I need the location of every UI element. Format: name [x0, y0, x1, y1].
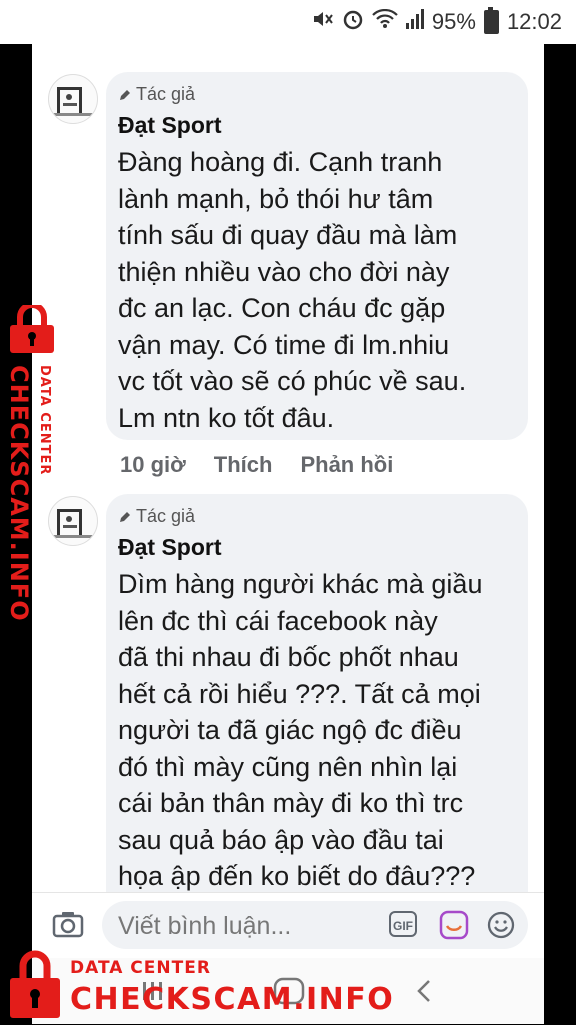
comment-line: Lm ntn ko tốt đâu.: [118, 402, 335, 433]
comment-bubble: Tác giả Đạt Sport Dìm hàng người khác mà…: [106, 494, 528, 914]
comment-line: lên đc thì cái facebook này: [118, 605, 438, 636]
comment-composer: Viết bình luận... GIF: [32, 892, 544, 959]
comment-time: 10 giờ: [120, 452, 186, 477]
comment-actions: 10 giờ Thích Phản hồi: [120, 452, 393, 478]
gym-avatar-image: [53, 87, 93, 116]
comment-line: sau quả báo ập vào đầu tai: [118, 824, 444, 855]
pencil-icon: [120, 89, 130, 100]
comment-line: thiện nhiều vào cho đời này: [118, 256, 450, 287]
emoji-icon[interactable]: [486, 910, 516, 945]
avatar[interactable]: [48, 74, 98, 124]
comment-line: họa ập đến ko biết do đâu???: [118, 861, 476, 891]
comment-input[interactable]: Viết bình luận... GIF: [102, 901, 528, 949]
author-badge-label: Tác giả: [136, 506, 196, 526]
status-bar: 95% 12:02: [0, 0, 576, 44]
back-icon[interactable]: [414, 978, 434, 1009]
comment-line: đã thi nhau đi bốc phốt nhau: [118, 642, 459, 672]
comment-input-placeholder: Viết bình luận...: [118, 912, 292, 940]
author-badge-label: Tác giả: [136, 84, 196, 104]
comment-line: vc tốt vào sẽ có phúc về sau.: [118, 366, 467, 396]
author-badge: Tác giả: [118, 506, 195, 527]
like-button[interactable]: Thích: [214, 452, 273, 478]
pencil-icon: [120, 511, 130, 522]
watermark-bottom-label: DATA CENTER: [70, 958, 211, 978]
watermark-bottom-name: CHECKSCAM.INFO: [70, 982, 395, 1017]
sticker-icon[interactable]: [438, 909, 470, 946]
comments-screen: Tác giả Đạt Sport Đàng hoàng đi. Cạnh tr…: [32, 44, 544, 1024]
padlock-icon: [4, 302, 60, 360]
comment-text: Đàng hoàng đi. Cạnh tranh lành mạnh, bỏ …: [118, 144, 514, 436]
author-badge: Tác giả: [118, 84, 195, 105]
watermark-vertical-label: DATA CENTER: [37, 365, 52, 476]
comment-line: lành mạnh, bỏ thói hư tâm: [118, 183, 434, 214]
comment-line: vận may. Có time đi lm.nhiu: [118, 329, 450, 360]
comment-line: cái bản thân mày đi ko thì trc: [118, 788, 464, 818]
battery-icon: [483, 7, 499, 34]
comment-line: Đàng hoàng đi. Cạnh tranh: [118, 147, 443, 177]
wifi-icon: [372, 8, 398, 35]
mute-icon: [312, 9, 334, 35]
watermark-vertical-name: CHECKSCAM.INFO: [5, 365, 33, 622]
comment-bubble: Tác giả Đạt Sport Đàng hoàng đi. Cạnh tr…: [106, 72, 528, 440]
reply-button[interactable]: Phản hồi: [300, 452, 393, 478]
author-name[interactable]: Đạt Sport: [118, 112, 222, 139]
camera-icon[interactable]: [52, 909, 84, 944]
signal-icon: [405, 9, 424, 35]
comment-line: tính sấu đi quay đầu mà làm: [118, 220, 458, 250]
comment-line: đó thì mày cũng nên nhìn lại: [118, 751, 458, 782]
author-name[interactable]: Đạt Sport: [118, 534, 222, 561]
comment-line: người ta đã giác ngộ đc điều: [118, 715, 462, 745]
comment-line: đc an lạc. Con cháu đc gặp: [118, 293, 446, 323]
comment-line: hết cả rồi hiểu ???. Tất cả mọi: [118, 678, 481, 709]
alarm-icon: [342, 8, 364, 36]
comment-line: Dìm hàng người khác mà giầu: [118, 569, 483, 599]
comment-text: Dìm hàng người khác mà giầu lên đc thì c…: [118, 566, 514, 895]
gif-icon[interactable]: GIF: [389, 911, 417, 937]
battery-percent: 95%: [431, 9, 476, 34]
clock: 12:02: [506, 9, 562, 34]
padlock-icon: [6, 950, 64, 1025]
watermark-vertical: CHECKSCAM.INFO DATA CENTER: [0, 302, 60, 622]
